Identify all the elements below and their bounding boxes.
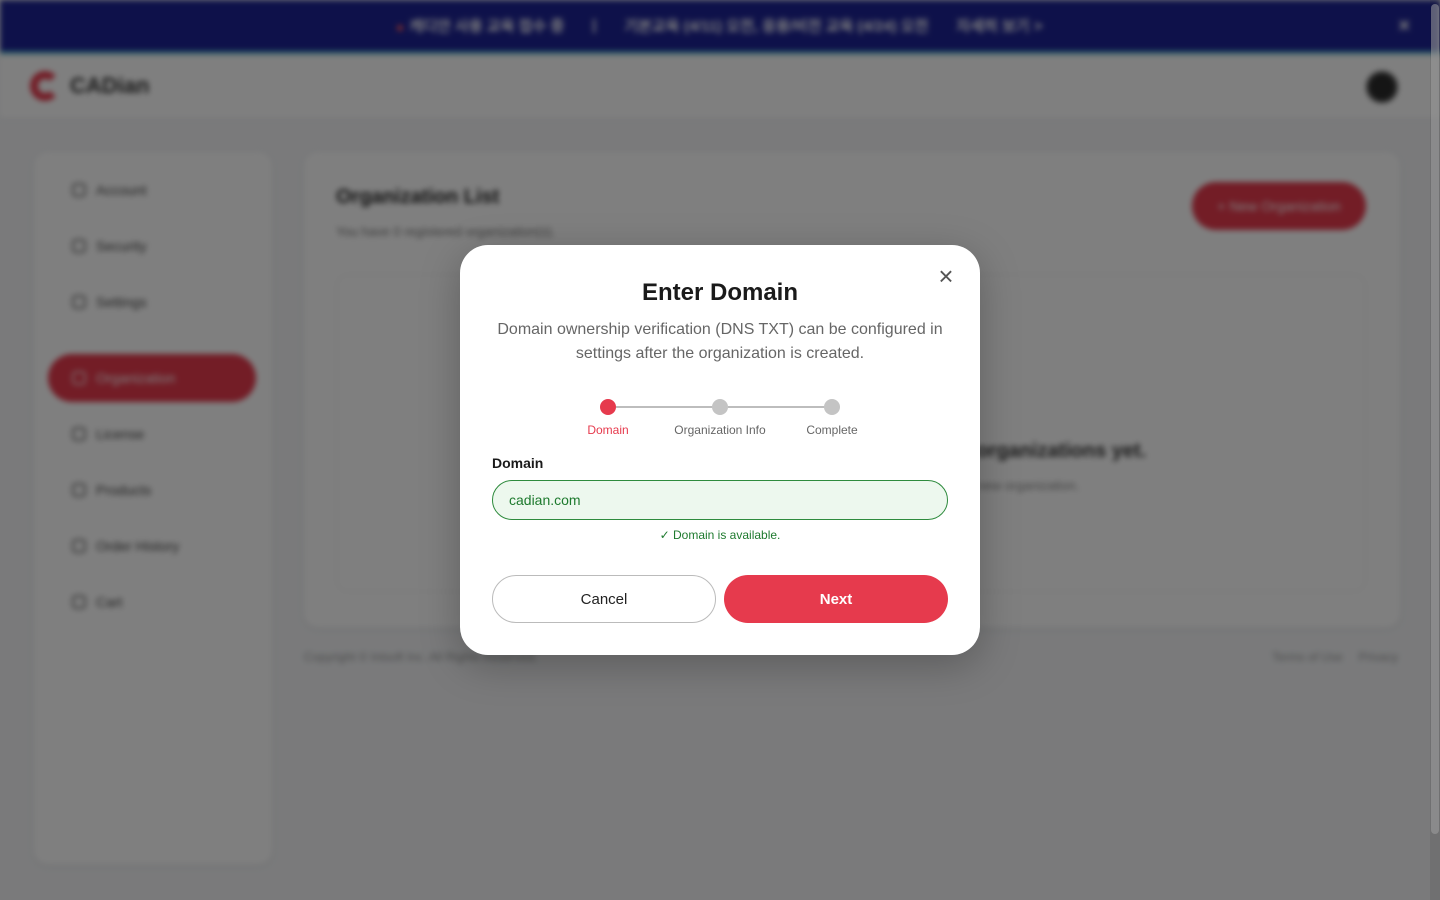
step-connector (728, 406, 832, 408)
step-connector (616, 406, 720, 408)
step-label-domain: Domain (587, 423, 629, 437)
progress-stepper: Domain Organization Info Complete (460, 397, 980, 457)
step-dot-complete (824, 399, 840, 415)
step-label-organization-info: Organization Info (674, 423, 766, 437)
domain-field-label: Domain (492, 455, 544, 471)
scrollbar-thumb[interactable] (1431, 4, 1439, 834)
domain-input[interactable] (492, 480, 948, 520)
dialog-description: Domain ownership verification (DNS TXT) … (497, 321, 943, 362)
next-button[interactable]: Next (724, 575, 948, 623)
domain-valid-message: ✓ Domain is available. (659, 528, 781, 542)
step-label-complete: Complete (806, 423, 858, 437)
scrollbar[interactable] (1430, 0, 1440, 900)
enter-domain-dialog: × Enter Domain Domain ownership verifica… (460, 245, 980, 655)
step-dot-organization-info (712, 399, 728, 415)
dialog-title: Enter Domain (641, 279, 799, 306)
cancel-button[interactable]: Cancel (492, 575, 716, 623)
step-dot-domain (600, 399, 616, 415)
